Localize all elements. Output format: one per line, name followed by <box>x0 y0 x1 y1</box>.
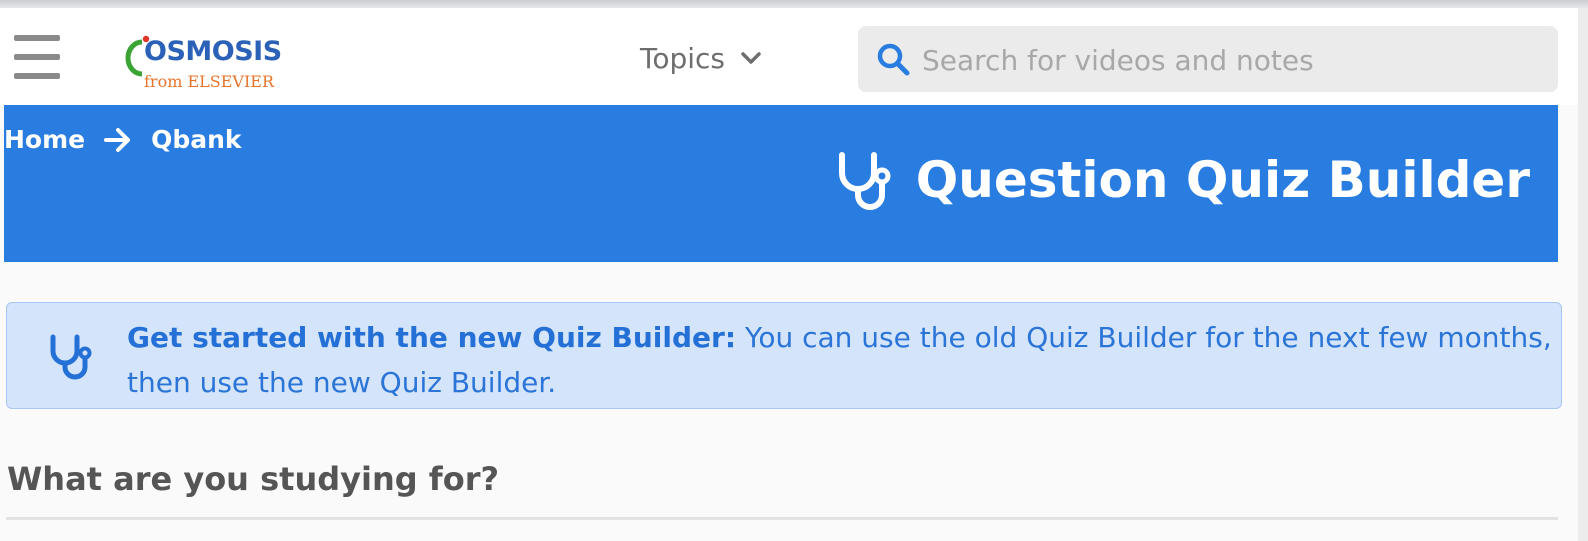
breadcrumb: Home Qbank <box>4 125 242 154</box>
divider <box>6 517 1558 520</box>
topics-label: Topics <box>640 41 726 75</box>
breadcrumb-home-link[interactable]: Home <box>4 125 85 154</box>
arrow-right-icon <box>104 127 131 152</box>
alert-message: Get started with the new Quiz Builder: Y… <box>127 315 1561 405</box>
logo-subtitle: from ELSEVIER <box>144 72 275 91</box>
section-question: What are you studying for? <box>7 460 500 498</box>
page-title-group: Question Quiz Builder <box>834 149 1530 211</box>
search-bar <box>858 26 1558 92</box>
breadcrumb-qbank-link[interactable]: Qbank <box>151 125 241 154</box>
topics-dropdown[interactable]: Topics <box>640 38 763 78</box>
page-title: Question Quiz Builder <box>915 151 1530 209</box>
page-banner: Home Qbank Question Quiz Builder <box>4 105 1558 262</box>
chevron-down-icon <box>741 52 761 64</box>
top-navigation: OSMOSIS from ELSEVIER Topics <box>0 8 1578 105</box>
search-icon[interactable] <box>876 42 910 76</box>
menu-icon[interactable] <box>14 35 60 79</box>
search-input[interactable] <box>920 36 1544 84</box>
stethoscope-icon <box>838 152 891 210</box>
window-top-edge <box>0 0 1588 8</box>
scrollbar-track[interactable] <box>1578 8 1588 541</box>
osmosis-logo[interactable]: OSMOSIS from ELSEVIER <box>124 26 294 96</box>
logo-wordmark: OSMOSIS <box>144 36 282 67</box>
stethoscope-icon <box>50 334 92 380</box>
info-alert: Get started with the new Quiz Builder: Y… <box>6 302 1562 409</box>
alert-heading: Get started with the new Quiz Builder: <box>127 321 737 354</box>
